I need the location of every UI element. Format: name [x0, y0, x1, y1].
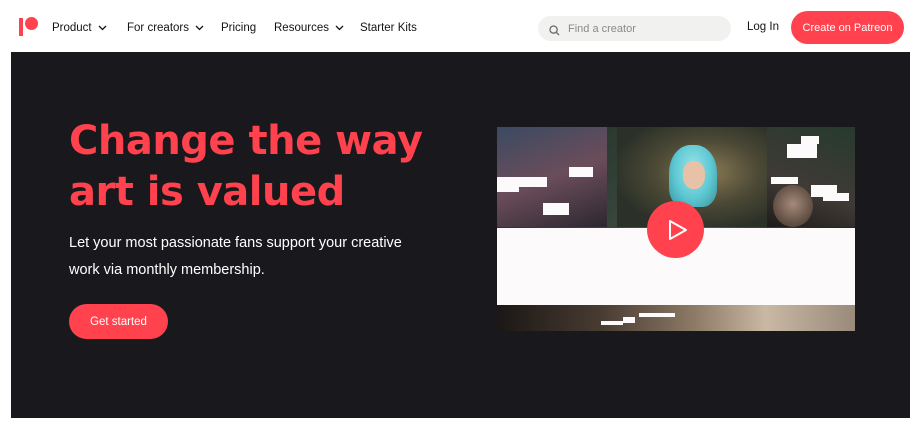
search-input[interactable]: [568, 22, 718, 35]
headline-line: art is valued: [69, 169, 345, 215]
create-on-patreon-button[interactable]: Create on Patreon: [791, 11, 904, 44]
subtext-line: Let your most passionate fans support yo…: [69, 235, 402, 251]
subtext-line: work via monthly membership.: [69, 262, 265, 278]
logo-dot: [25, 17, 38, 30]
glitch-block: [801, 136, 819, 144]
nav-item-label: Product: [52, 22, 92, 34]
glitch-block: [497, 187, 519, 192]
top-nav: Product For creators Pricing Resources S…: [0, 0, 921, 52]
search-icon: [549, 23, 560, 36]
video-figure: [773, 185, 813, 227]
glitch-block: [771, 177, 798, 184]
get-started-button[interactable]: Get started: [69, 304, 168, 339]
search-box[interactable]: [538, 16, 731, 41]
hero-headline: Change the way art is valued: [69, 116, 449, 218]
headline-line: Change the way: [69, 118, 423, 164]
nav-item-label: Starter Kits: [360, 22, 417, 34]
video-figure-face: [683, 161, 705, 189]
nav-item-starter-kits[interactable]: Starter Kits: [360, 18, 417, 38]
nav-item-for-creators[interactable]: For creators: [127, 18, 204, 38]
nav-item-label: Resources: [274, 22, 329, 34]
chevron-down-icon: [195, 25, 204, 31]
hero-subtext: Let your most passionate fans support yo…: [69, 230, 439, 284]
glitch-block: [497, 177, 547, 187]
glitch-block: [543, 203, 569, 215]
nav-item-label: Pricing: [221, 22, 257, 34]
chevron-down-icon: [335, 25, 344, 31]
nav-item-product[interactable]: Product: [52, 18, 107, 38]
glitch-block: [623, 317, 635, 323]
logo-bar: [19, 18, 23, 36]
play-icon: [664, 219, 688, 241]
hero-video[interactable]: [497, 127, 855, 331]
nav-item-resources[interactable]: Resources: [274, 18, 344, 38]
glitch-block: [601, 321, 623, 325]
video-scene: [497, 305, 855, 331]
glitch-block: [639, 313, 675, 317]
patreon-logo[interactable]: [19, 17, 39, 37]
hero-section: Change the way art is valued Let your mo…: [11, 52, 910, 418]
glitch-block: [787, 144, 817, 158]
glitch-block: [823, 193, 849, 201]
play-button[interactable]: [647, 201, 704, 258]
glitch-block: [569, 167, 593, 177]
nav-item-pricing[interactable]: Pricing: [221, 18, 256, 38]
login-link[interactable]: Log In: [747, 21, 779, 33]
nav-item-label: For creators: [127, 22, 189, 34]
chevron-down-icon: [98, 25, 107, 31]
